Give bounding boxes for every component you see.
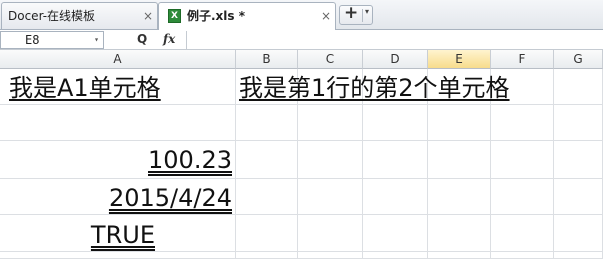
grid-cell[interactable]: [0, 105, 236, 141]
grid-cell[interactable]: [554, 252, 603, 259]
column-header-d[interactable]: D: [363, 50, 428, 69]
plus-icon[interactable]: +: [344, 3, 358, 23]
close-icon[interactable]: ×: [321, 3, 331, 29]
grid-cell[interactable]: [554, 141, 603, 179]
tab-label: Docer-在线模板: [8, 9, 96, 23]
grid-cell[interactable]: [0, 252, 236, 259]
grid-cell[interactable]: [491, 141, 554, 179]
tab-docer-templates[interactable]: Docer-在线模板 ×: [1, 2, 158, 29]
cell-a5[interactable]: TRUE: [91, 221, 155, 249]
grid-cell[interactable]: [554, 215, 603, 252]
grid-cell[interactable]: [428, 105, 491, 141]
column-header-a[interactable]: A: [0, 50, 236, 69]
column-header-e[interactable]: E: [428, 50, 491, 69]
grid-cell[interactable]: [428, 215, 491, 252]
insert-function-icon[interactable]: fx: [163, 32, 175, 46]
grid-cell[interactable]: [491, 252, 554, 259]
grid-cell[interactable]: [298, 215, 363, 252]
grid-cell[interactable]: [554, 69, 603, 105]
cell-b1[interactable]: 我是第1行的第2个单元格: [239, 74, 510, 102]
grid-cell[interactable]: [363, 105, 428, 141]
column-header-c[interactable]: C: [298, 50, 363, 69]
grid-cell[interactable]: [491, 179, 554, 215]
grid-cell[interactable]: [236, 105, 298, 141]
grid-cell[interactable]: [236, 179, 298, 215]
formula-input[interactable]: [186, 31, 603, 49]
grid-cell[interactable]: [236, 252, 298, 259]
grid-cell[interactable]: [236, 215, 298, 252]
grid-cell[interactable]: [236, 141, 298, 179]
cell-a4[interactable]: 2015/4/24: [109, 184, 232, 212]
grid-cell[interactable]: [363, 179, 428, 215]
tab-example-xls[interactable]: X 例子.xls * ×: [158, 2, 336, 31]
column-header-b[interactable]: B: [236, 50, 298, 69]
excel-file-icon: X: [168, 9, 181, 23]
grid-cell[interactable]: [298, 252, 363, 259]
name-box[interactable]: E8 ▾: [0, 31, 104, 49]
column-header-g[interactable]: G: [554, 50, 603, 69]
separator: [362, 9, 363, 22]
grid-cell[interactable]: [363, 215, 428, 252]
grid-cell[interactable]: [298, 179, 363, 215]
close-icon[interactable]: ×: [143, 3, 153, 29]
grid-cell[interactable]: [554, 105, 603, 141]
cell-a3[interactable]: 100.23: [148, 146, 232, 174]
chevron-down-icon[interactable]: ▾: [365, 7, 369, 16]
zoom-icon[interactable]: Q: [137, 32, 147, 46]
formula-bar: E8 ▾ Q fx: [0, 30, 603, 50]
grid-cell[interactable]: [298, 141, 363, 179]
grid-cell[interactable]: [428, 141, 491, 179]
tab-bar: Docer-在线模板 × X 例子.xls * × + ▾: [0, 0, 603, 31]
grid-cell[interactable]: [491, 105, 554, 141]
grid-cell[interactable]: [491, 215, 554, 252]
grid-cell[interactable]: [298, 105, 363, 141]
tab-label: 例子.xls *: [187, 9, 246, 23]
name-box-value: E8: [25, 33, 40, 47]
column-header-f[interactable]: F: [491, 50, 554, 69]
grid-cell[interactable]: [363, 141, 428, 179]
cell-a1[interactable]: 我是A1单元格: [9, 74, 161, 102]
grid-cell[interactable]: [554, 179, 603, 215]
grid-cell[interactable]: [363, 252, 428, 259]
grid-cell[interactable]: [428, 252, 491, 259]
chevron-down-icon[interactable]: ▾: [94, 32, 99, 48]
new-tab-button[interactable]: + ▾: [339, 3, 373, 25]
grid-cell[interactable]: [428, 179, 491, 215]
